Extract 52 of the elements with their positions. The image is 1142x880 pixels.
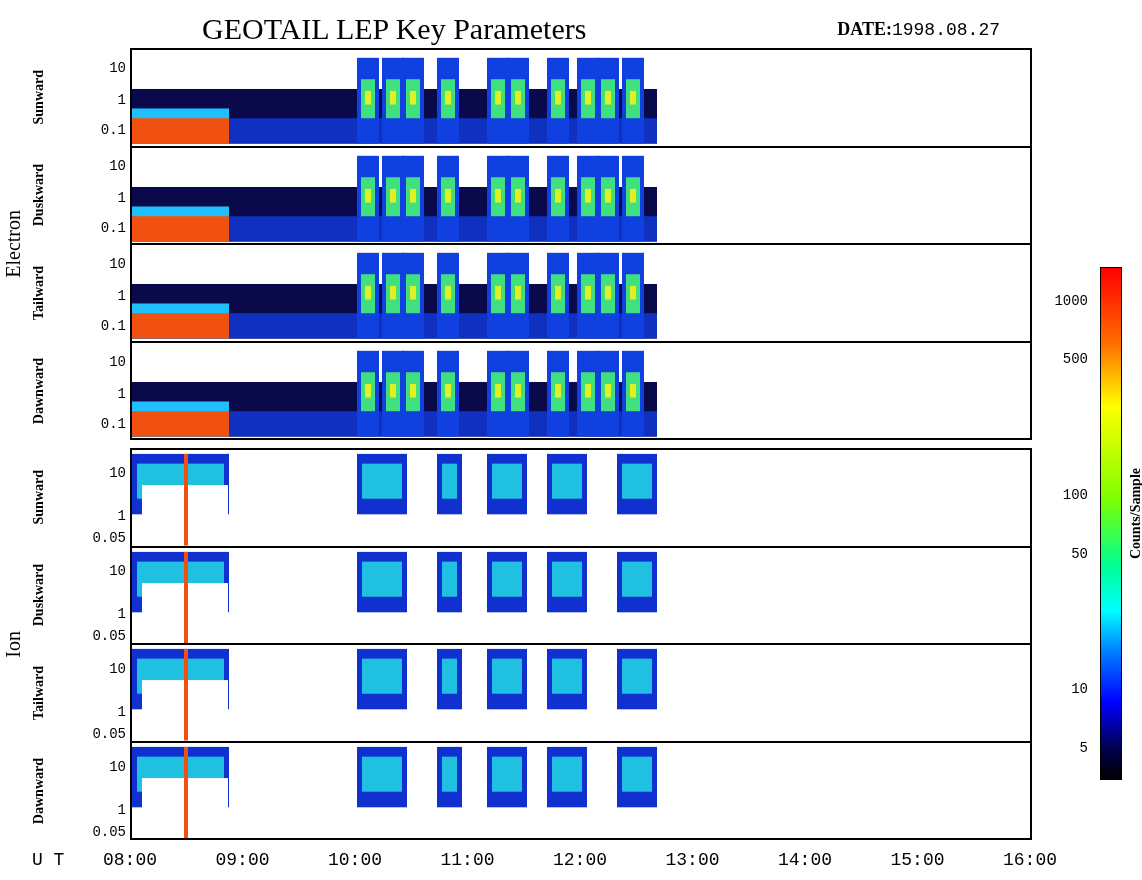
y-tick-label: 1 [117, 92, 126, 107]
y-tick-label: 10 [109, 466, 126, 481]
y-tick-label: 10 [109, 60, 126, 75]
y-tick-label: 0.05 [92, 727, 126, 742]
y-tick-label: 1 [117, 288, 126, 303]
x-tick-label: 12:00 [553, 849, 607, 872]
panel-label: Dawnward [30, 757, 47, 825]
y-tick-label: 10 [109, 354, 126, 369]
panel-label: Sunward [30, 69, 47, 125]
panel-label: Tailward [30, 266, 47, 320]
y-tick-label: 0.05 [92, 825, 126, 840]
x-tick-label: 10:00 [328, 849, 382, 872]
y-tick-label: 0.1 [100, 221, 126, 236]
y-tick-label: 0.1 [100, 319, 126, 334]
colorbar-tick-label: 1000 [1054, 294, 1088, 308]
y-tick-label: 10 [109, 256, 126, 271]
x-tick-label: 14:00 [778, 849, 832, 872]
colorbar-tick-label: 10 [1071, 682, 1088, 697]
y-tick-label: 0.05 [92, 629, 126, 644]
panel-label: Tailward [30, 666, 47, 720]
x-tick-label: 08:00 [103, 849, 157, 872]
group-label: Ion [1, 630, 25, 658]
y-tick-label: 1 [117, 508, 126, 523]
panel-label: Dawnward [30, 357, 47, 425]
x-tick-label: 13:00 [665, 849, 720, 872]
y-tick-label: 0.1 [100, 417, 126, 432]
panel-label: Sunward [30, 469, 47, 525]
x-tick-label: 15:00 [890, 849, 945, 872]
colorbar-tick-label: 5 [1079, 740, 1088, 755]
y-tick-label: 10 [109, 564, 126, 579]
chart-title: GEOTAIL LEP Key Parameters [202, 14, 587, 44]
date-label: DATE:1998.08.27 [837, 18, 1000, 42]
y-tick-label: 1 [117, 802, 126, 817]
x-tick-label: 16:00 [1003, 849, 1057, 872]
colorbar-tick-label: 100 [1062, 488, 1088, 503]
x-tick-label: 09:00 [215, 849, 270, 872]
colorbar-tick-label: 50 [1071, 546, 1088, 561]
y-tick-label: 1 [117, 704, 126, 719]
panel-label: Duskward [30, 563, 47, 627]
y-tick-label: 1 [117, 190, 126, 205]
y-tick-label: 10 [109, 158, 126, 173]
x-axis-label: U T [32, 850, 65, 870]
y-tick-label: 0.05 [92, 531, 126, 546]
y-tick-label: 10 [109, 662, 126, 677]
y-tick-label: 0.1 [100, 123, 126, 138]
colorbar-tick-label: 500 [1062, 352, 1088, 367]
y-tick-label: 1 [117, 386, 126, 401]
x-tick-label: 11:00 [440, 849, 495, 872]
y-tick-label: 10 [109, 760, 126, 775]
y-tick-label: 1 [117, 606, 126, 621]
panel-label: Duskward [30, 163, 47, 227]
group-label: Electron [1, 210, 25, 278]
